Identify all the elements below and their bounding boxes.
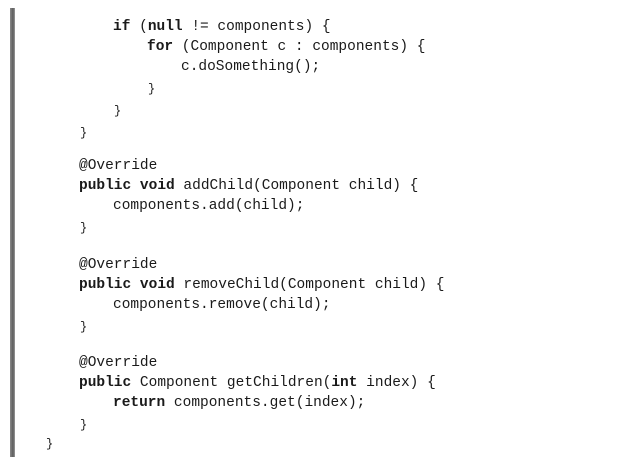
code-line-for-loop: for (Component c : components) { xyxy=(147,37,425,57)
code-text: } xyxy=(46,437,54,451)
code-line-override-annotation: @Override xyxy=(79,156,157,176)
keyword: if xyxy=(113,19,131,35)
keyword: return xyxy=(113,395,166,411)
code-line-override-annotation: @Override xyxy=(79,255,157,275)
code-text: ( xyxy=(130,19,148,35)
code-line-close-brace: } xyxy=(80,415,87,435)
code-text: addChild(Component child) { xyxy=(174,178,419,194)
code-line-get-children-signature: public Component getChildren(int index) … xyxy=(79,373,436,393)
code-text: components.add(child); xyxy=(113,198,305,214)
code-text: Component getChildren( xyxy=(131,375,332,391)
keyword: public xyxy=(79,375,132,391)
code-line-close-brace: } xyxy=(80,218,87,238)
code-line-close-brace: } xyxy=(148,79,155,99)
code-text: } xyxy=(114,104,122,118)
code-line-class-close-brace: } xyxy=(46,434,53,454)
keyword: void xyxy=(139,277,175,293)
keyword: void xyxy=(139,178,175,194)
code-text: } xyxy=(80,126,88,140)
code-listing: if (null != components) { for (Component… xyxy=(0,0,628,463)
code-line-override-annotation: @Override xyxy=(79,353,157,373)
code-line-remove-call: components.remove(child); xyxy=(113,295,331,315)
code-line-close-brace: } xyxy=(80,317,87,337)
code-text: @Override xyxy=(79,257,158,273)
code-text: components.get(index); xyxy=(165,395,366,411)
code-line-close-brace: } xyxy=(80,123,87,143)
code-line-if-null-check: if (null != components) { xyxy=(113,17,331,37)
code-text: components.remove(child); xyxy=(113,297,331,313)
code-text: @Override xyxy=(79,355,158,371)
code-text: } xyxy=(80,320,88,334)
code-text: != components) { xyxy=(182,19,331,35)
code-page: if (null != components) { for (Component… xyxy=(0,0,628,463)
keyword: int xyxy=(331,375,358,391)
code-text: @Override xyxy=(79,158,158,174)
code-line-add-call: components.add(child); xyxy=(113,196,304,216)
code-text: removeChild(Component child) { xyxy=(174,277,445,293)
keyword: public xyxy=(79,277,132,293)
code-text: } xyxy=(148,82,156,96)
code-line-do-something: c.doSomething(); xyxy=(181,57,320,77)
code-line-return-get: return components.get(index); xyxy=(113,393,365,413)
code-line-add-child-signature: public void addChild(Component child) { xyxy=(79,176,418,196)
code-text: index) { xyxy=(357,375,436,391)
code-text: } xyxy=(80,221,88,235)
keyword: null xyxy=(147,19,183,35)
code-text: c.doSomething(); xyxy=(181,59,321,75)
code-text: (Component c : components) { xyxy=(173,39,426,55)
code-line-close-brace: } xyxy=(114,101,121,121)
code-text: } xyxy=(80,418,88,432)
keyword: for xyxy=(147,39,174,55)
keyword: public xyxy=(79,178,132,194)
code-line-remove-child-signature: public void removeChild(Component child)… xyxy=(79,275,444,295)
